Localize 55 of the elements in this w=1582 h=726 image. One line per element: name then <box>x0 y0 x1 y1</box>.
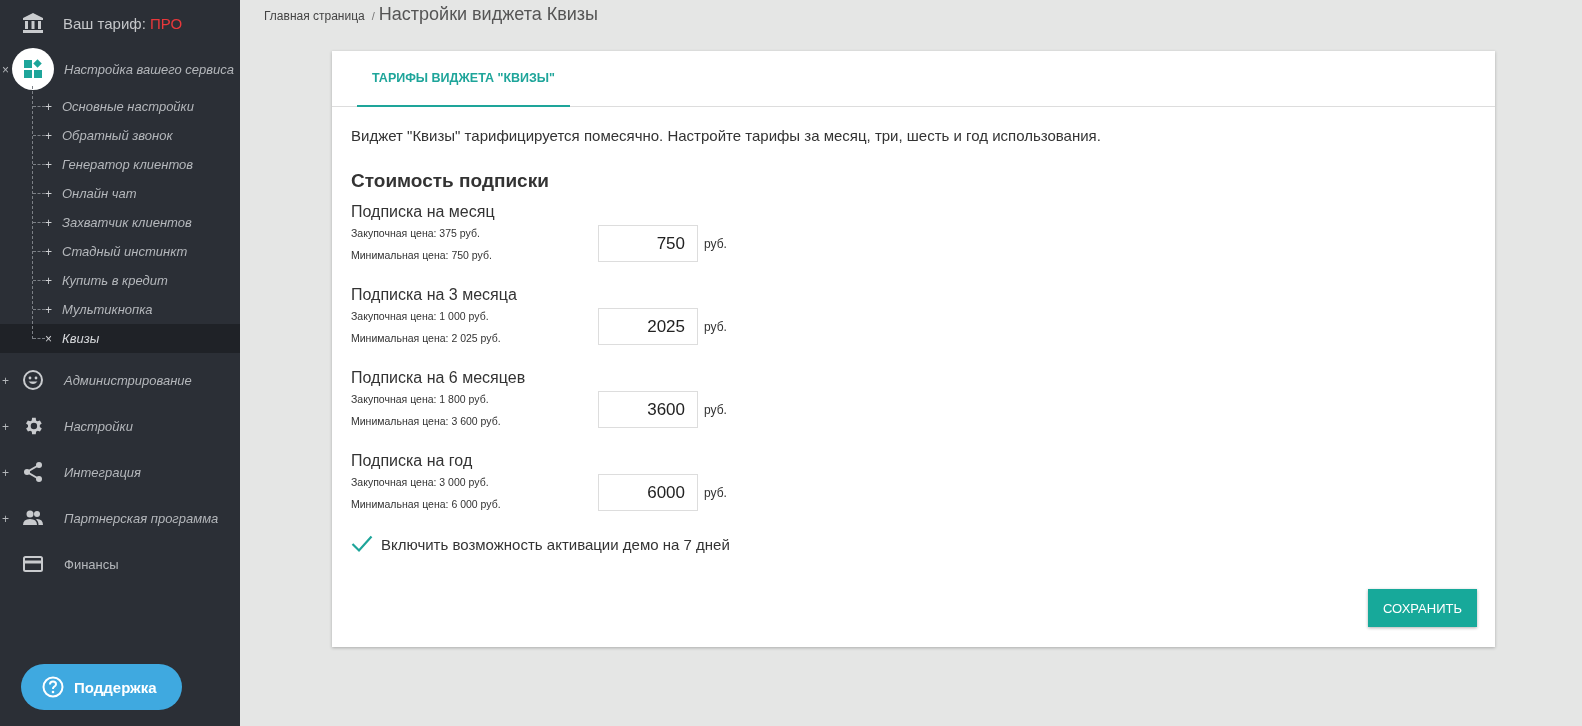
minimum-price: Минимальная цена: 750 руб. <box>351 248 493 261</box>
expand-toggle[interactable]: + <box>0 374 9 388</box>
plan-label: Ваш тариф: ПРО <box>63 14 183 32</box>
plan-title: Подписка на месяц <box>351 203 496 221</box>
expand-toggle[interactable]: × <box>0 63 9 77</box>
currency-label: руб. <box>704 485 727 500</box>
breadcrumb-link[interactable]: Главная страница <box>264 9 365 23</box>
currency-label: руб. <box>704 319 727 334</box>
price-input[interactable]: 3600 <box>598 391 698 428</box>
purchase-price: Закупочная цена: 3 000 руб. <box>351 475 490 488</box>
sidebar-subitem[interactable]: + Обратный звонок <box>0 121 240 150</box>
description-text: Виджет "Квизы" тарифицируется помесячно. Настройте тарифы за месяц, три, шесть и год использования. <box>351 127 1102 144</box>
purchase-price: Закупочная цена: 1 000 руб. <box>351 309 490 322</box>
checkbox[interactable] <box>351 535 373 553</box>
smiley-icon <box>22 369 44 391</box>
sidebar-subitem[interactable]: + Онлайн чат <box>0 179 240 208</box>
checkbox-label: Включить возможность активации демо на 7 дней <box>381 535 730 553</box>
sidebar-subitem[interactable]: + Мультикнопка <box>0 295 240 324</box>
sidebar-subitem[interactable]: × Квизы <box>0 324 240 353</box>
check-icon <box>351 535 373 553</box>
price-input[interactable]: 2025 <box>598 308 698 345</box>
sidebar-item[interactable]: Партнерская программа <box>64 510 219 526</box>
sidebar-item[interactable]: Настройки <box>64 418 133 434</box>
widgets-icon <box>12 48 54 90</box>
page-title: Настройки виджета Квизы <box>378 4 598 25</box>
sidebar-subitem[interactable]: + Захватчик клиентов <box>0 208 240 237</box>
plan-title: Подписка на год <box>351 452 474 470</box>
currency-label: руб. <box>704 236 727 251</box>
price-input[interactable]: 6000 <box>598 474 698 511</box>
sidebar-subitem[interactable]: + Основные настройки <box>0 92 240 121</box>
help-icon <box>42 676 64 698</box>
sidebar-item[interactable]: Настройка вашего сервиса <box>64 61 235 77</box>
sidebar-subitem[interactable]: + Стадный инстинкт <box>0 237 240 266</box>
minimum-price: Минимальная цена: 3 600 руб. <box>351 414 502 427</box>
bank-icon <box>22 12 44 34</box>
share-icon <box>22 461 44 483</box>
credit-card-icon <box>22 553 44 575</box>
sidebar-item[interactable]: Администрирование <box>64 372 192 388</box>
expand-toggle[interactable]: + <box>0 512 9 526</box>
section-heading: Стоимость подписки <box>351 170 550 192</box>
expand-toggle[interactable]: + <box>0 420 9 434</box>
minimum-price: Минимальная цена: 2 025 руб. <box>351 331 502 344</box>
minimum-price: Минимальная цена: 6 000 руб. <box>351 497 502 510</box>
currency-label: руб. <box>704 402 727 417</box>
breadcrumb-separator: / <box>371 10 375 22</box>
sidebar-subitem[interactable]: + Генератор клиентов <box>0 150 240 179</box>
sidebar-item[interactable]: Финансы <box>64 556 119 572</box>
plan-title: Подписка на 6 месяцев <box>351 369 527 387</box>
sidebar-subitem[interactable]: + Купить в кредит <box>0 266 240 295</box>
sidebar-item[interactable]: Интеграция <box>64 464 141 480</box>
expand-toggle[interactable]: + <box>0 466 9 480</box>
price-input[interactable]: 750 <box>598 225 698 262</box>
purchase-price: Закупочная цена: 1 800 руб. <box>351 392 490 405</box>
plan-title: Подписка на 3 месяца <box>351 286 518 304</box>
purchase-price: Закупочная цена: 375 руб. <box>351 226 481 239</box>
